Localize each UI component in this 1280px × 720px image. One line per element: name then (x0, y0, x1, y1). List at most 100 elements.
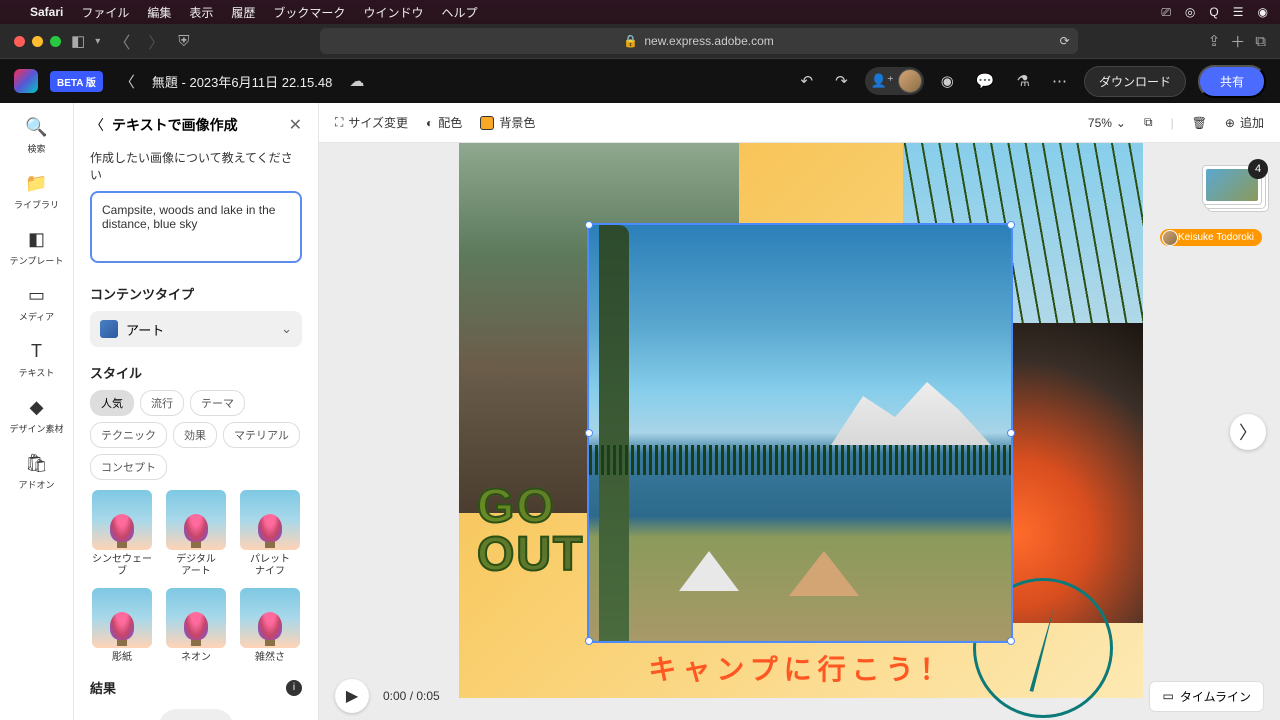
search-icon[interactable]: Q (1209, 5, 1218, 19)
rail-assets[interactable]: ◆デザイン素材 (9, 397, 63, 435)
minimize-window-icon[interactable] (32, 36, 43, 47)
rail-templates[interactable]: ◧テンプレート (10, 229, 64, 267)
style-filter-chips: 人気 流行 テーマ テクニック 効果 マテリアル コンセプト (90, 390, 302, 480)
style-neon[interactable]: ネオン (164, 588, 228, 664)
control-center-icon[interactable]: ☰ (1233, 5, 1244, 19)
window-controls[interactable] (14, 36, 61, 47)
add-button[interactable]: ⊕追加 (1225, 114, 1264, 131)
undo-icon[interactable]: ↶ (796, 72, 819, 90)
resize-button[interactable]: ⛶サイズ変更 (335, 114, 408, 131)
plus-circle-icon: ⊕ (1225, 116, 1235, 130)
resize-handle[interactable] (1007, 637, 1015, 645)
close-window-icon[interactable] (14, 36, 25, 47)
chip-theme[interactable]: テーマ (190, 390, 245, 416)
duplicate-icon[interactable]: ⧉ (1144, 115, 1153, 130)
menu-view[interactable]: 表示 (189, 4, 213, 21)
selected-generated-image[interactable] (587, 223, 1013, 643)
trees-shape (589, 445, 1011, 475)
rail-addons[interactable]: 🛍アドオン (18, 453, 54, 491)
siri-icon[interactable]: ◉ (1258, 5, 1268, 19)
chip-popular[interactable]: 人気 (90, 390, 134, 416)
canvas-viewport[interactable]: キャンプに行こう！ 4 Keisuke Todoroki 〉 (319, 143, 1280, 720)
menu-window[interactable]: ウインドウ (363, 4, 423, 21)
text-to-image-panel: 〈 テキストで画像作成 ✕ 作成したい画像について教えてください コンテンツタイ… (74, 103, 319, 720)
resize-handle[interactable] (585, 429, 593, 437)
forward-button[interactable]: 〉 (144, 29, 168, 53)
menu-file[interactable]: ファイル (81, 4, 129, 21)
app-name[interactable]: Safari (30, 5, 63, 19)
page-thumbnail-stack[interactable]: 4 (1202, 165, 1262, 205)
camera-icon[interactable]: ⎚ (1161, 5, 1171, 20)
style-palette-knife[interactable]: パレット ナイフ (238, 490, 302, 578)
back-icon[interactable]: 〈 (115, 71, 140, 92)
chip-concept[interactable]: コンセプト (90, 454, 167, 480)
adobe-logo-icon[interactable] (14, 69, 38, 93)
tabs-icon[interactable]: ⧉ (1255, 33, 1266, 50)
add-collaborator-icon[interactable]: 👤⁺ (867, 73, 898, 89)
zoom-select[interactable]: 75%⌄ (1088, 116, 1126, 130)
rail-media[interactable]: ▭メディア (19, 285, 54, 323)
info-icon[interactable]: i (286, 680, 302, 696)
shield-icon[interactable]: ⛨ (178, 33, 189, 50)
style-cluttered[interactable]: 雑然さ (238, 588, 302, 664)
beaker-icon[interactable]: ⚗ (1012, 72, 1035, 90)
chip-effect[interactable]: 効果 (173, 422, 217, 448)
new-tab-icon[interactable]: ＋ (1230, 31, 1245, 52)
document-title[interactable]: 無題 - 2023年6月11日 22.15.48 (152, 72, 332, 91)
rail-search[interactable]: 🔍検索 (25, 117, 47, 155)
redo-icon[interactable]: ↷ (830, 72, 853, 90)
cloud-sync-icon[interactable]: ☁ (344, 72, 369, 90)
menu-bookmarks[interactable]: ブックマーク (273, 4, 345, 21)
collaborator-avatars[interactable]: 👤⁺ (865, 67, 924, 95)
refresh-icon[interactable]: ⟳ (1060, 34, 1070, 48)
user-avatar[interactable] (898, 69, 922, 93)
back-button[interactable]: 〈 (110, 29, 134, 53)
prompt-input[interactable] (90, 191, 302, 263)
timeline-button[interactable]: ▭タイムライン (1149, 681, 1264, 712)
play-button[interactable]: ▶ (335, 679, 369, 713)
rail-text[interactable]: Tテキスト (19, 341, 55, 379)
mountain-shape (831, 375, 991, 445)
style-digital-art[interactable]: デジタル アート (164, 490, 228, 578)
menu-help[interactable]: ヘルプ (441, 4, 477, 21)
lightbulb-icon[interactable]: ◉ (936, 72, 959, 90)
resize-handle[interactable] (585, 221, 593, 229)
content-type-value: アート (126, 320, 164, 339)
share-icon[interactable]: ⇪ (1208, 32, 1221, 50)
time-display: 0:00 / 0:05 (383, 689, 440, 703)
panel-close-icon[interactable]: ✕ (289, 115, 302, 135)
content-type-label: コンテンツタイプ (90, 284, 302, 303)
panel-title: テキストで画像作成 (112, 115, 281, 135)
menu-history[interactable]: 履歴 (231, 4, 255, 21)
style-label: スタイル (90, 363, 302, 382)
address-bar[interactable]: 🔒 new.express.adobe.com ⟳ (320, 28, 1078, 54)
chip-material[interactable]: マテリアル (223, 422, 300, 448)
resize-handle[interactable] (585, 637, 593, 645)
delete-icon[interactable]: 🗑 (1192, 116, 1207, 130)
share-button[interactable]: 共有 (1198, 65, 1266, 98)
template-icon: ◧ (28, 229, 45, 250)
more-icon[interactable]: ⋯ (1047, 72, 1072, 90)
style-grid: シンセウェーブ デジタル アート パレット ナイフ 彫紙 ネオン 雑然さ (90, 490, 302, 664)
content-type-select[interactable]: アート ⌄ (90, 311, 302, 347)
generate-button[interactable]: 生成 (159, 709, 233, 720)
bgcolor-button[interactable]: 背景色 (480, 114, 535, 131)
style-synthwave[interactable]: シンセウェーブ (90, 490, 154, 578)
maximize-window-icon[interactable] (50, 36, 61, 47)
download-button[interactable]: ダウンロード (1084, 66, 1186, 97)
panel-back-icon[interactable]: 〈 (90, 115, 104, 135)
chevron-down-icon[interactable]: ▾ (95, 36, 100, 47)
recolor-button[interactable]: ◐配色 (426, 114, 462, 131)
menu-edit[interactable]: 編集 (147, 4, 171, 21)
chip-technique[interactable]: テクニック (90, 422, 167, 448)
focus-icon[interactable]: ◎ (1185, 5, 1195, 19)
rail-library[interactable]: 📁ライブラリ (14, 173, 59, 211)
style-papercut[interactable]: 彫紙 (90, 588, 154, 664)
style-thumb (92, 588, 152, 648)
resize-handle[interactable] (1007, 221, 1015, 229)
chip-trend[interactable]: 流行 (140, 390, 184, 416)
resize-handle[interactable] (1007, 429, 1015, 437)
sidebar-toggle-icon[interactable]: ◧ (71, 32, 85, 50)
comment-icon[interactable]: 💬 (971, 72, 1000, 90)
next-page-button[interactable]: 〉 (1230, 414, 1266, 450)
